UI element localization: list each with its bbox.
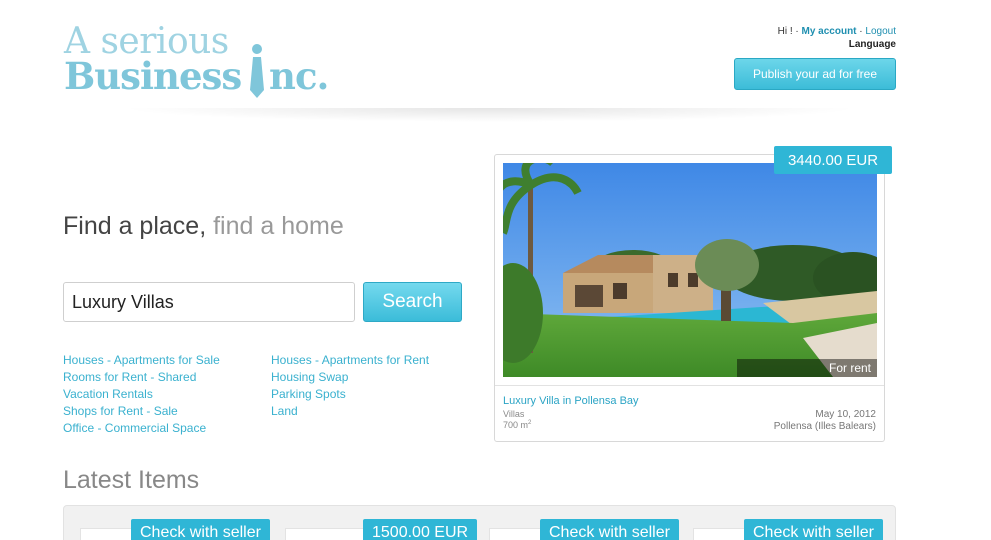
header-shadow <box>120 108 860 122</box>
card-divider <box>495 385 884 386</box>
listing-title-link[interactable]: Luxury Villa in Pollensa Bay <box>503 395 639 407</box>
tagline-muted: find a home <box>213 212 344 240</box>
tagline-main: Find a place, <box>63 212 207 240</box>
listing-date: May 10, 2012 <box>815 409 876 420</box>
villa-photo-illustration <box>503 163 877 377</box>
category-link[interactable]: Housing Swap <box>271 369 429 386</box>
featured-price-badge: 3440.00 EUR <box>774 146 892 174</box>
language-selector[interactable]: Language <box>778 39 896 51</box>
logo-line2-end: nc. <box>269 54 329 98</box>
search-input[interactable] <box>63 282 355 322</box>
category-link[interactable]: Houses - Apartments for Rent <box>271 352 429 369</box>
category-link[interactable]: Shops for Rent - Sale <box>63 403 220 420</box>
category-list-left: Houses - Apartments for Sale Rooms for R… <box>63 352 220 437</box>
listing-status-label: For rent <box>737 359 877 377</box>
latest-item-price-badge: Check with seller <box>131 519 270 540</box>
listing-area: 700 m2 <box>503 420 531 430</box>
my-account-link[interactable]: My account <box>802 26 857 37</box>
site-logo[interactable]: A serious Business nc. <box>64 22 334 102</box>
category-link[interactable]: Vacation Rentals <box>63 386 220 403</box>
search-button[interactable]: Search <box>363 282 462 322</box>
latest-item-price-badge: 1500.00 EUR <box>363 519 478 540</box>
search-tagline: Find a place, find a home <box>63 212 344 241</box>
logo-line2: Business nc. <box>64 54 329 98</box>
category-link[interactable]: Houses - Apartments for Sale <box>63 352 220 369</box>
logo-line2-start: Business <box>64 54 254 98</box>
category-link[interactable]: Land <box>271 403 429 420</box>
latest-item-price-badge: Check with seller <box>540 519 679 540</box>
listing-location: Pollensa (Illes Balears) <box>773 421 876 432</box>
user-links: Hi ! · My account · Logout Language <box>778 26 896 51</box>
latest-items-heading: Latest Items <box>63 466 200 494</box>
listing-area-unit-sup: 2 <box>528 420 532 426</box>
site-header: A serious Business nc. Hi ! · My account… <box>0 0 991 110</box>
category-link[interactable]: Parking Spots <box>271 386 429 403</box>
greeting-text: Hi ! · <box>777 26 802 37</box>
category-link[interactable]: Rooms for Rent - Shared <box>63 369 220 386</box>
category-list-right: Houses - Apartments for Rent Housing Swa… <box>271 352 429 420</box>
featured-listing-photo[interactable]: For rent <box>503 163 877 377</box>
category-link[interactable]: Office - Commercial Space <box>63 420 220 437</box>
featured-listing-card[interactable]: For rent Luxury Villa in Pollensa Bay Vi… <box>494 154 885 442</box>
tie-icon <box>250 44 264 98</box>
logout-link[interactable]: Logout <box>865 26 896 37</box>
listing-category: Villas <box>503 409 525 419</box>
latest-item-price-badge: Check with seller <box>744 519 883 540</box>
publish-ad-button[interactable]: Publish your ad for free <box>734 58 896 90</box>
listing-area-value: 700 m <box>503 420 529 430</box>
